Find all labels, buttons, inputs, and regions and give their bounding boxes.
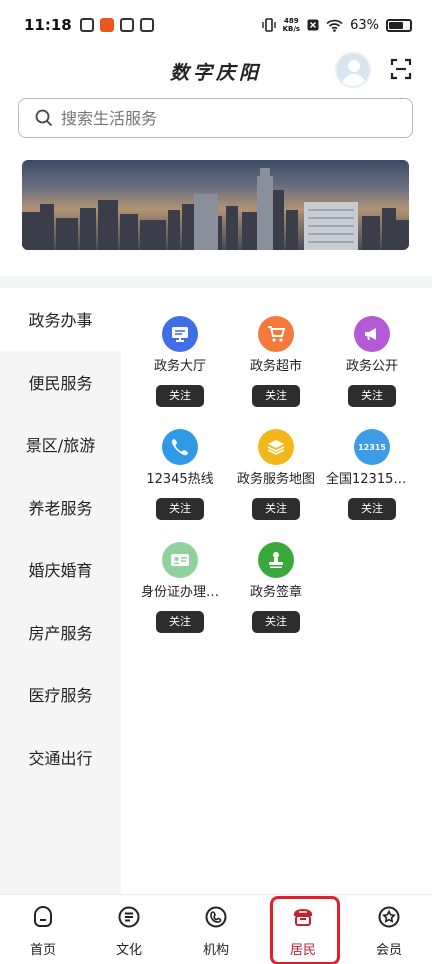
follow-button[interactable]: 关注 (156, 611, 204, 633)
net-speed-unit: KB/s (282, 25, 301, 33)
sidebar-item-transport[interactable]: 交通出行 (0, 726, 121, 789)
app-header: 数字庆阳 (0, 48, 432, 92)
bottom-nav: 首页 文化 机构 居民 会员 (0, 894, 432, 964)
service-label: 政务超市 (249, 359, 302, 374)
sidebar-item-convenience[interactable]: 便民服务 (0, 351, 121, 414)
sidebar-item-tourism[interactable]: 景区/旅游 (0, 413, 121, 476)
nav-culture[interactable]: 文化 (99, 905, 159, 958)
service-item[interactable]: 12315 全国12315平台 关注 (324, 413, 420, 520)
notification-icons (79, 18, 154, 32)
search-box[interactable] (18, 98, 413, 138)
sidebar-item-housing[interactable]: 房产服务 (0, 601, 121, 664)
battery-icon (386, 18, 412, 32)
category-sidebar: 政务办事 便民服务 景区/旅游 养老服务 婚庆婚育 房产服务 医疗服务 交通出行 (0, 288, 121, 894)
institution-icon (205, 906, 227, 928)
layers-icon (258, 429, 294, 465)
home-icon (34, 906, 52, 927)
service-item[interactable]: 政务超市 关注 (228, 300, 324, 407)
skyline-image (22, 168, 409, 250)
search-icon (35, 109, 53, 127)
status-right: 489 KB/s 63% (261, 17, 412, 33)
battery-percent: 63% (350, 17, 379, 33)
sidebar-item-medical[interactable]: 医疗服务 (0, 663, 121, 726)
service-item[interactable]: 政务签章 关注 (228, 526, 324, 633)
net-speed: 489 KB/s (283, 17, 300, 33)
section-divider (0, 276, 432, 288)
net-speed-value: 489 (284, 17, 299, 25)
megaphone-icon (354, 316, 390, 352)
service-item[interactable]: 12345热线 关注 (132, 413, 228, 520)
search-input[interactable] (61, 108, 361, 128)
follow-button[interactable]: 关注 (348, 385, 396, 407)
service-label: 政务服务地图 (236, 472, 315, 487)
follow-button[interactable]: 关注 (348, 498, 396, 520)
follow-button[interactable]: 关注 (156, 385, 204, 407)
nav-label: 机构 (202, 943, 229, 958)
highlight-annotation (270, 896, 340, 964)
service-label: 政务公开 (345, 359, 398, 374)
follow-button[interactable]: 关注 (156, 498, 204, 520)
cart-icon (258, 316, 294, 352)
sidebar-item-elderly-care[interactable]: 养老服务 (0, 476, 121, 539)
avatar[interactable] (335, 52, 371, 88)
id-card-icon (162, 542, 198, 578)
nav-label: 首页 (29, 943, 56, 958)
monitor-icon (162, 316, 198, 352)
member-icon (378, 906, 400, 928)
culture-icon (118, 906, 140, 928)
sim-off-icon (307, 19, 319, 31)
nav-institution[interactable]: 机构 (186, 905, 246, 958)
nav-member[interactable]: 会员 (359, 905, 419, 958)
wifi-icon (326, 19, 343, 32)
service-label: 全国12315平台 (326, 472, 420, 487)
notification-app-icon (99, 18, 114, 32)
scan-icon[interactable] (390, 58, 412, 80)
phone-icon (162, 429, 198, 465)
notification-app-icon (119, 18, 134, 32)
follow-button[interactable]: 关注 (252, 385, 300, 407)
service-label: 政务大厅 (153, 359, 206, 374)
service-label: 12345热线 (146, 472, 214, 487)
follow-button[interactable]: 关注 (252, 611, 300, 633)
notification-app-icon (79, 18, 94, 32)
service-item[interactable]: 身份证办理… 关注 (132, 526, 228, 633)
12315-icon-text: 12315 (358, 442, 386, 452)
status-time: 11:18 (24, 16, 72, 34)
vibrate-icon (261, 18, 276, 32)
sidebar-item-wedding[interactable]: 婚庆婚育 (0, 538, 121, 601)
service-label: 身份证办理… (140, 585, 219, 600)
service-item[interactable]: 政务公开 关注 (324, 300, 420, 407)
nav-label: 会员 (375, 943, 402, 958)
12315-icon: 12315 (354, 429, 390, 465)
follow-button[interactable]: 关注 (252, 498, 300, 520)
nav-home[interactable]: 首页 (13, 905, 73, 958)
sidebar-item-government[interactable]: 政务办事 (0, 288, 121, 351)
service-label: 政务签章 (249, 585, 302, 600)
nav-label: 文化 (115, 943, 142, 958)
stamp-icon (258, 542, 294, 578)
tiktok-icon (139, 18, 154, 32)
service-item[interactable]: 政务服务地图 关注 (228, 413, 324, 520)
city-skyline-banner[interactable] (22, 160, 409, 250)
service-item[interactable]: 政务大厅 关注 (132, 300, 228, 407)
status-bar: 11:18 489 KB/s 63% (0, 0, 432, 50)
